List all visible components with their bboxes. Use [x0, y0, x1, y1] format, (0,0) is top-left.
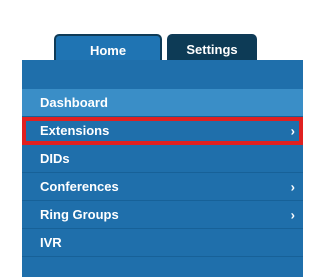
chevron-right-icon: › — [290, 207, 295, 222]
sidebar-item-label: Ring Groups — [40, 207, 119, 222]
sidebar: Dashboard Extensions › DIDs Conferences … — [22, 60, 303, 277]
sidebar-menu: Dashboard Extensions › DIDs Conferences … — [22, 89, 303, 257]
sidebar-item-dashboard[interactable]: Dashboard — [22, 89, 303, 117]
tab-settings[interactable]: Settings — [167, 34, 257, 63]
chevron-right-icon: › — [290, 179, 295, 194]
sidebar-item-label: Extensions — [40, 123, 110, 138]
chevron-right-icon: › — [290, 123, 295, 138]
sidebar-item-label: Dashboard — [40, 95, 108, 110]
sidebar-item-label: DIDs — [40, 151, 70, 166]
sidebar-item-label: IVR — [40, 235, 62, 250]
sidebar-item-label: Conferences — [40, 179, 119, 194]
sidebar-item-dids[interactable]: DIDs — [22, 145, 303, 173]
sidebar-item-ring-groups[interactable]: Ring Groups › — [22, 201, 303, 229]
top-bar: Home Settings — [0, 0, 303, 64]
sidebar-item-conferences[interactable]: Conferences › — [22, 173, 303, 201]
sidebar-item-ivr[interactable]: IVR — [22, 229, 303, 257]
sidebar-item-extensions[interactable]: Extensions › — [22, 117, 303, 145]
